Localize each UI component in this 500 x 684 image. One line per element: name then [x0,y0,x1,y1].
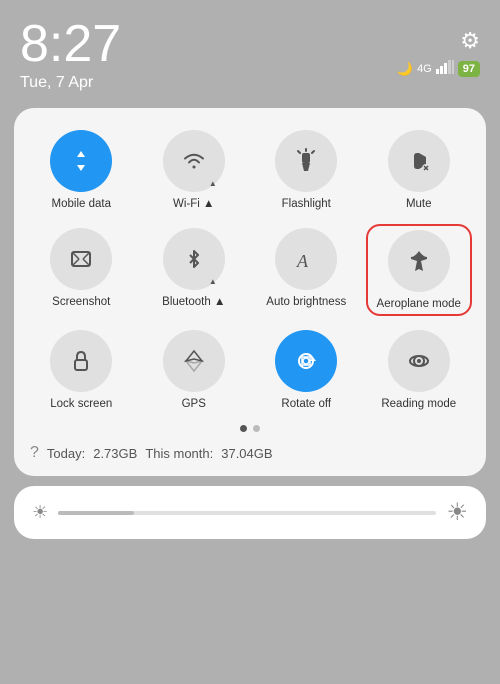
mute-icon [388,130,450,192]
gps-icon [163,330,225,392]
today-label: Today: [47,446,85,461]
screenshot-label: Screenshot [52,296,110,310]
today-value: 2.73GB [93,446,137,461]
tile-bluetooth[interactable]: ▲ Bluetooth ▲ [141,224,248,316]
tile-reading-mode[interactable]: Reading mode [366,326,473,414]
bluetooth-icon: ▲ [163,228,225,290]
tile-rotate-off[interactable]: Rotate off [253,326,360,414]
clock: 8:27 [20,18,121,70]
status-right: ⚙ 🌙 4G 97 [397,18,480,77]
brightness-track[interactable] [58,511,436,515]
dot-1 [240,425,247,432]
quick-panel: Mobile data ▲ Wi-Fi ▲ [14,108,486,476]
wifi-indicator: ▲ [209,179,217,188]
auto-brightness-icon: A [275,228,337,290]
brightness-fill [58,511,134,515]
gps-label: GPS [182,398,206,412]
reading-mode-icon [388,330,450,392]
month-value: 37.04GB [221,446,272,461]
aeroplane-mode-label: Aeroplane mode [377,298,461,312]
data-usage-row: ? Today: 2.73GB This month: 37.04GB [28,440,472,462]
dot-2 [253,425,260,432]
month-label: This month: [145,446,213,461]
mute-label: Mute [406,198,432,212]
moon-icon: 🌙 [397,61,413,77]
brightness-high-icon: ☀ [446,498,468,527]
brightness-bar[interactable]: ☀ ☀ [14,486,486,539]
brightness-low-icon: ☀ [32,502,48,523]
page-dots [28,425,472,432]
reading-mode-label: Reading mode [381,398,456,412]
rotate-off-label: Rotate off [281,398,331,412]
svg-text:A: A [296,251,309,271]
status-bar: 8:27 Tue, 7 Apr ⚙ 🌙 4G 97 [0,0,500,100]
lock-screen-label: Lock screen [50,398,112,412]
aeroplane-mode-icon [388,230,450,292]
mobile-data-label: Mobile data [52,198,111,212]
status-icons: 🌙 4G 97 [397,60,480,77]
date: Tue, 7 Apr [20,74,121,92]
signal-4g-icon: 4G [417,63,432,75]
tiles-grid: Mobile data ▲ Wi-Fi ▲ [28,126,472,413]
signal-bars-icon [436,60,454,77]
lock-screen-icon [50,330,112,392]
screenshot-icon [50,228,112,290]
tile-wifi[interactable]: ▲ Wi-Fi ▲ [141,126,248,214]
info-icon: ? [30,444,39,462]
gear-icon[interactable]: ⚙ [460,28,480,54]
wifi-icon: ▲ [163,130,225,192]
rotate-off-icon [275,330,337,392]
auto-brightness-label: Auto brightness [266,296,346,310]
tile-screenshot[interactable]: Screenshot [28,224,135,316]
tile-gps[interactable]: GPS [141,326,248,414]
bluetooth-label: Bluetooth ▲ [162,296,225,310]
battery-indicator: 97 [458,61,480,77]
tile-auto-brightness[interactable]: A Auto brightness [253,224,360,316]
mobile-data-icon [50,130,112,192]
tile-aeroplane-mode[interactable]: Aeroplane mode [366,224,473,316]
tile-flashlight[interactable]: Flashlight [253,126,360,214]
flashlight-icon [275,130,337,192]
tile-mute[interactable]: Mute [366,126,473,214]
tile-mobile-data[interactable]: Mobile data [28,126,135,214]
wifi-label: Wi-Fi ▲ [173,198,214,212]
tile-lock-screen[interactable]: Lock screen [28,326,135,414]
flashlight-label: Flashlight [282,198,331,212]
